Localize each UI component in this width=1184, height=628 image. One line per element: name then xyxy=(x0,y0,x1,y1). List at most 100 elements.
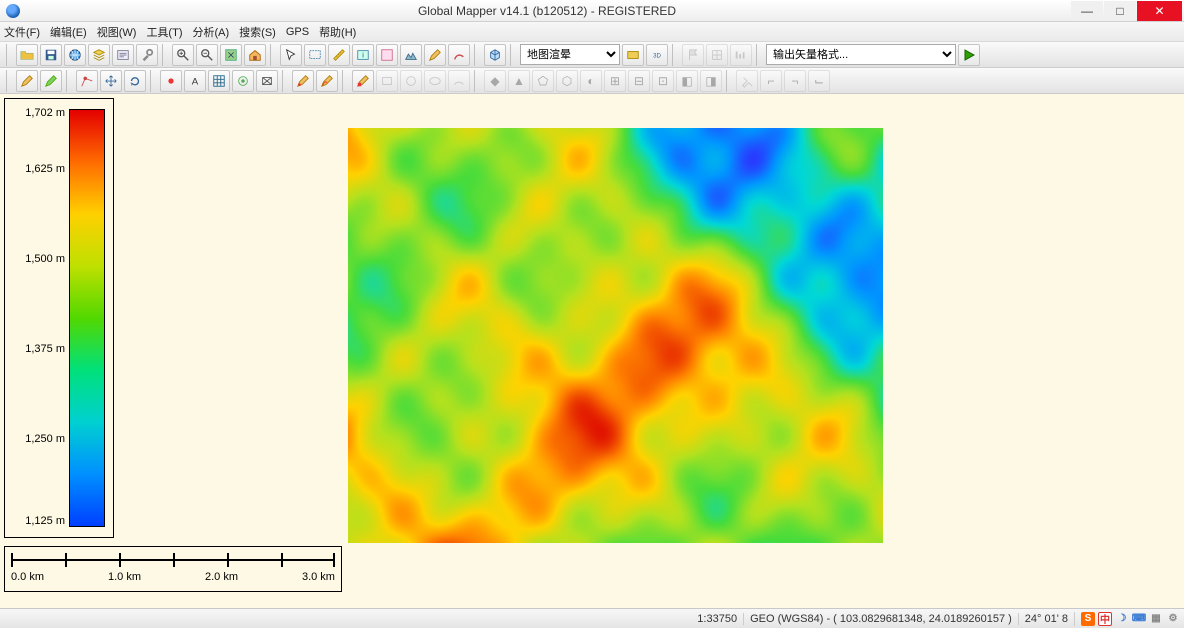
render-apply-button[interactable] xyxy=(622,44,644,66)
window-title: Global Mapper v14.1 (b120512) - REGISTER… xyxy=(24,4,1070,18)
edit-vertex-tool[interactable] xyxy=(76,70,98,92)
legend-tick: 1,500 m xyxy=(25,253,65,265)
grid-icon xyxy=(706,44,728,66)
create-circle-tool[interactable] xyxy=(400,70,422,92)
rotate-feature-tool[interactable] xyxy=(124,70,146,92)
close-button[interactable]: ✕ xyxy=(1137,1,1182,21)
create-text-button[interactable]: A xyxy=(184,70,206,92)
render-mode-select[interactable]: 地图渲晕 xyxy=(520,44,620,65)
status-coord: 24° 01' 8 xyxy=(1018,613,1074,625)
menu-search[interactable]: 搜索(S) xyxy=(239,24,276,40)
legend-tick: 1,375 m xyxy=(25,343,65,355)
open-button[interactable] xyxy=(16,44,38,66)
shape-tool-5[interactable]: ◐ xyxy=(580,70,602,92)
toolbar-primary: i 地图渲晕 3D 输出矢量格式... xyxy=(0,42,1184,68)
menu-edit[interactable]: 编辑(E) xyxy=(50,24,87,40)
hammer-tool[interactable] xyxy=(736,70,758,92)
home-button[interactable] xyxy=(244,44,266,66)
info-tool[interactable]: i xyxy=(352,44,374,66)
tray-box-icon[interactable]: ▦ xyxy=(1149,612,1163,626)
toolbar-digitizer: A ◆ ▲ ⬠ ⬡ ◐ ⊞ ⊟ ⊡ ◧ ◨ ⌐ ¬ ⌙ xyxy=(0,68,1184,94)
zoom-extent-button[interactable] xyxy=(220,44,242,66)
digitize-line-tool[interactable] xyxy=(40,70,62,92)
create-buffer-button[interactable] xyxy=(232,70,254,92)
svg-text:A: A xyxy=(192,76,199,87)
menu-tools[interactable]: 工具(T) xyxy=(146,24,182,40)
legend-tick: 1,702 m xyxy=(25,107,65,119)
workspace: 1,702 m 1,625 m 1,500 m 1,375 m 1,250 m … xyxy=(0,94,1184,608)
maximize-button[interactable]: □ xyxy=(1104,1,1136,21)
create-ellipse-tool[interactable] xyxy=(424,70,446,92)
export-format-select[interactable]: 输出矢量格式... xyxy=(766,44,956,65)
status-scale: 1:33750 xyxy=(691,613,743,625)
misc-tool-2[interactable]: ¬ xyxy=(784,70,806,92)
digitize-point-tool[interactable] xyxy=(16,70,38,92)
tray-sogou-icon[interactable]: S xyxy=(1081,612,1095,626)
terrain-map[interactable] xyxy=(348,128,883,543)
feature-info-tool[interactable] xyxy=(376,44,398,66)
menu-gps[interactable]: GPS xyxy=(286,26,309,38)
chart-icon xyxy=(730,44,752,66)
create-rect-tool[interactable] xyxy=(376,70,398,92)
measure-tool[interactable] xyxy=(328,44,350,66)
layers-button[interactable] xyxy=(88,44,110,66)
app-icon xyxy=(6,4,20,18)
create-arc-tool[interactable] xyxy=(448,70,470,92)
scale-bar: 0.0 km 1.0 km 2.0 km 3.0 km xyxy=(4,546,342,592)
create-area-tool[interactable] xyxy=(352,70,374,92)
create-grid-button[interactable] xyxy=(208,70,230,92)
shape-tool-6[interactable]: ⊞ xyxy=(604,70,626,92)
select-tool[interactable] xyxy=(280,44,302,66)
create-freehand-tool[interactable] xyxy=(316,70,338,92)
create-line-tool[interactable] xyxy=(292,70,314,92)
run-export-button[interactable] xyxy=(958,44,980,66)
legend-tick: 1,250 m xyxy=(25,433,65,445)
draw-tool[interactable] xyxy=(448,44,470,66)
create-mesh-button[interactable] xyxy=(256,70,278,92)
config-button[interactable] xyxy=(112,44,134,66)
menubar: 文件(F) 编辑(E) 视图(W) 工具(T) 分析(A) 搜索(S) GPS … xyxy=(0,22,1184,42)
menu-help[interactable]: 帮助(H) xyxy=(319,24,356,40)
shape-tool-9[interactable]: ◧ xyxy=(676,70,698,92)
titlebar: Global Mapper v14.1 (b120512) - REGISTER… xyxy=(0,0,1184,22)
globe-button[interactable] xyxy=(64,44,86,66)
legend-color-bar xyxy=(69,109,105,527)
terrain-tool[interactable] xyxy=(400,44,422,66)
save-button[interactable] xyxy=(40,44,62,66)
system-tray: S 中 ☽ ⌨ ▦ ⚙ xyxy=(1074,612,1180,626)
shape-tool-8[interactable]: ⊡ xyxy=(652,70,674,92)
scale-label: 1.0 km xyxy=(108,571,141,583)
tray-keyboard-icon[interactable]: ⌨ xyxy=(1132,612,1146,626)
misc-tool-3[interactable]: ⌙ xyxy=(808,70,830,92)
shape-tool-10[interactable]: ◨ xyxy=(700,70,722,92)
view-3d-toggle[interactable]: 3D xyxy=(646,44,668,66)
menu-file[interactable]: 文件(F) xyxy=(4,24,40,40)
rect-select-tool[interactable] xyxy=(304,44,326,66)
tray-moon-icon[interactable]: ☽ xyxy=(1115,612,1129,626)
create-point-button[interactable] xyxy=(160,70,182,92)
pencil-tool[interactable] xyxy=(424,44,446,66)
shape-tool-4[interactable]: ⬡ xyxy=(556,70,578,92)
flag-icon xyxy=(682,44,704,66)
minimize-button[interactable]: — xyxy=(1071,1,1103,21)
shape-tool-2[interactable]: ▲ xyxy=(508,70,530,92)
status-projection: GEO (WGS84) - ( 103.0829681348, 24.01892… xyxy=(743,613,1018,625)
tray-ime-icon[interactable]: 中 xyxy=(1098,612,1112,626)
menu-view[interactable]: 视图(W) xyxy=(97,24,137,40)
elevation-legend: 1,702 m 1,625 m 1,500 m 1,375 m 1,250 m … xyxy=(4,98,114,538)
shape-tool-3[interactable]: ⬠ xyxy=(532,70,554,92)
shape-tool-7[interactable]: ⊟ xyxy=(628,70,650,92)
view3d-button[interactable] xyxy=(484,44,506,66)
legend-labels: 1,702 m 1,625 m 1,500 m 1,375 m 1,250 m … xyxy=(5,99,69,537)
zoom-out-button[interactable] xyxy=(196,44,218,66)
scale-label: 2.0 km xyxy=(205,571,238,583)
scale-label: 3.0 km xyxy=(302,571,335,583)
misc-tool-1[interactable]: ⌐ xyxy=(760,70,782,92)
menu-analysis[interactable]: 分析(A) xyxy=(192,24,229,40)
zoom-in-button[interactable] xyxy=(172,44,194,66)
shape-tool-1[interactable]: ◆ xyxy=(484,70,506,92)
tray-gear-icon[interactable]: ⚙ xyxy=(1166,612,1180,626)
svg-text:3D: 3D xyxy=(653,52,661,59)
move-feature-tool[interactable] xyxy=(100,70,122,92)
tools-button[interactable] xyxy=(136,44,158,66)
